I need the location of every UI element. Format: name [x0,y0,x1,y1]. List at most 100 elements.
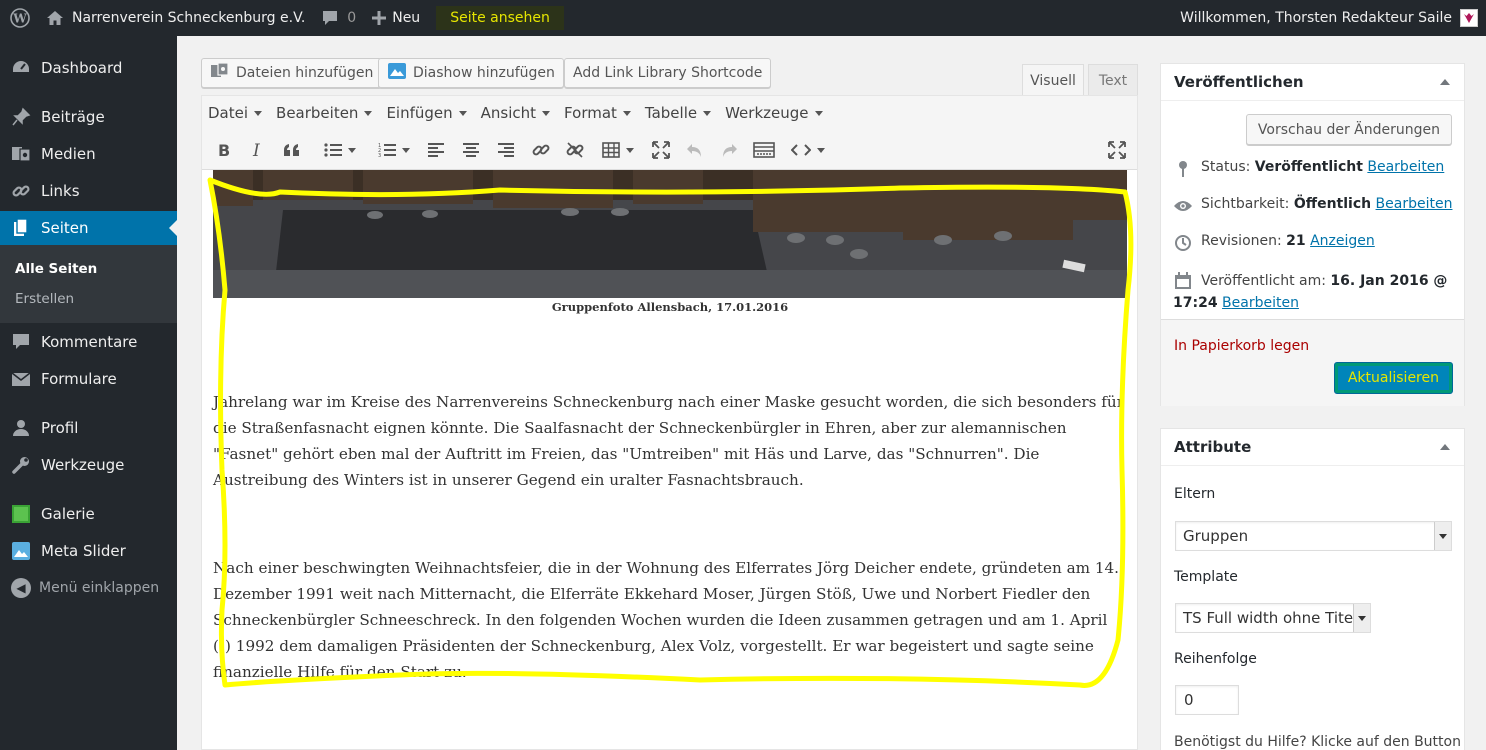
menu-format[interactable]: Format [564,104,631,122]
browse-revisions-link[interactable]: Anzeigen [1310,233,1375,249]
collapse-label: Menü einklappen [39,580,160,596]
menu-tools[interactable]: Werkzeuge [725,104,823,122]
menu-view[interactable]: Ansicht [480,104,551,122]
distraction-free-icon[interactable] [1106,138,1128,162]
source-code-icon[interactable] [788,138,828,162]
sidebar-item-comments[interactable]: Kommentare [0,325,177,359]
edit-status-link[interactable]: Bearbeiten [1367,159,1444,175]
table-icon[interactable] [598,138,638,162]
toolbar-toggle-icon[interactable] [752,138,776,162]
publish-box-header[interactable]: Veröffentlichen [1161,64,1464,101]
menu-insert[interactable]: Einfügen [386,104,467,122]
add-media-button[interactable]: Dateien hinzufügen [201,58,383,88]
sidebar-item-dashboard[interactable]: Dashboard [0,51,177,85]
comments-count: 0 [347,10,357,26]
parent-select-value: Gruppen [1183,527,1249,545]
group-photo [213,170,1127,298]
view-page-link[interactable]: Seite ansehen [436,6,564,30]
preview-changes-button[interactable]: Vorschau der Änderungen [1245,114,1452,145]
sidebar-item-media[interactable]: Medien [0,137,177,171]
menu-label: Bearbeiten [276,104,359,122]
update-button[interactable]: Aktualisieren [1333,362,1453,394]
sidebar-item-profile[interactable]: Profil [0,411,177,445]
template-label: Template [1174,569,1238,585]
submenu-all-pages[interactable]: Alle Seiten [15,261,97,277]
menu-label: Format [564,104,617,122]
avatar [1460,9,1478,27]
published-time: 17:24 [1173,295,1218,311]
editor-content[interactable]: Gruppenfoto Allensbach, 17.01.2016 Jahre… [202,170,1137,750]
chevron-down-icon [814,110,823,116]
comments-link[interactable]: 0 [313,0,364,36]
collapse-triangle-icon[interactable] [1440,444,1450,450]
image-caption: Gruppenfoto Allensbach, 17.01.2016 [551,300,789,314]
editor-toolbar: B I 123 [202,130,1137,170]
sidebar-item-links[interactable]: Links [0,174,177,208]
content-editor[interactable]: Datei Bearbeiten Einfügen Ansicht Format… [201,95,1138,750]
svg-text:I: I [252,142,260,158]
menu-table[interactable]: Tabelle [644,104,712,122]
italic-icon[interactable]: I [248,138,268,162]
page-attributes-box: Attribute Eltern Gruppen Template TS Ful… [1160,428,1465,750]
parent-label: Eltern [1174,486,1216,502]
menu-order-input[interactable]: 0 [1175,685,1239,715]
blockquote-icon[interactable] [282,138,302,162]
tab-text[interactable]: Text [1088,64,1138,96]
edit-visibility-link[interactable]: Bearbeiten [1376,196,1453,212]
publishing-actions: In Papierkorb legen Aktualisieren [1161,319,1464,406]
bold-icon[interactable]: B [214,138,234,162]
add-media-label: Dateien hinzufügen [236,65,374,81]
tab-visual[interactable]: Visuell [1022,64,1084,96]
submenu-add-new[interactable]: Erstellen [15,291,74,307]
menu-label: Tabelle [644,104,698,122]
collapse-triangle-icon[interactable] [1440,79,1450,85]
add-link-library-button[interactable]: Add Link Library Shortcode [564,58,772,88]
sidebar-item-pages[interactable]: Seiten [0,211,177,245]
move-to-trash-link[interactable]: In Papierkorb legen [1174,338,1309,354]
numbered-list-icon[interactable]: 123 [372,138,416,162]
links-icon [11,181,31,201]
sidebar-item-posts[interactable]: Beiträge [0,100,177,134]
fullscreen-icon[interactable] [650,138,672,162]
sidebar-item-gallery[interactable]: Galerie [0,497,177,531]
paragraph-1[interactable]: Jahrelang war im Kreise des Narrenverein… [213,389,1129,493]
home-icon [46,10,64,26]
chevron-down-icon [1434,522,1451,550]
add-media-icon [210,62,236,84]
collapse-menu-button[interactable]: ◀ Menü einklappen [0,573,159,603]
align-center-icon[interactable] [461,138,481,162]
sidebar-item-meta-slider[interactable]: Meta Slider [0,534,177,568]
edit-date-link[interactable]: Bearbeiten [1222,292,1299,314]
remove-link-icon[interactable] [564,138,586,162]
calendar-icon [1173,271,1193,291]
align-left-icon[interactable] [426,138,446,162]
menu-file[interactable]: Datei [208,104,263,122]
site-name-link[interactable]: Narrenverein Schneckenburg e.V. [40,0,313,36]
menu-edit[interactable]: Bearbeiten [276,104,373,122]
sidebar-item-tools[interactable]: Werkzeuge [0,448,177,482]
align-right-icon[interactable] [496,138,516,162]
dashboard-icon [11,58,31,78]
menu-label: Ansicht [480,104,537,122]
visibility-label: Sichtbarkeit: [1201,196,1290,212]
menu-label: Werkzeuge [725,104,809,122]
sidebar-item-forms[interactable]: Formulare [0,362,177,396]
parent-select[interactable]: Gruppen [1175,521,1452,551]
insert-link-icon[interactable] [530,138,552,162]
history-icon [1173,233,1193,253]
new-content-button[interactable]: Neu [364,0,428,36]
chevron-down-icon [622,110,631,116]
add-slideshow-button[interactable]: Diashow hinzufügen [378,58,564,88]
bullet-list-icon[interactable] [318,138,362,162]
wordpress-logo-icon[interactable]: W [0,0,40,36]
pages-submenu: Alle Seiten Erstellen [0,245,177,323]
plus-icon [372,11,387,25]
redo-icon[interactable] [718,138,740,162]
undo-icon[interactable] [684,138,706,162]
template-select[interactable]: TS Full width ohne Titel [1175,603,1371,633]
my-account-menu[interactable]: Willkommen, Thorsten Redakteur Saile [1172,0,1486,36]
attributes-box-header[interactable]: Attribute [1161,429,1464,466]
paragraph-2[interactable]: Nach einer beschwingten Weihnachtsfeier,… [213,555,1129,685]
revisions-row: Revisionen: 21 Anzeigen [1173,233,1375,253]
sidebar-item-label: Seiten [41,219,89,237]
